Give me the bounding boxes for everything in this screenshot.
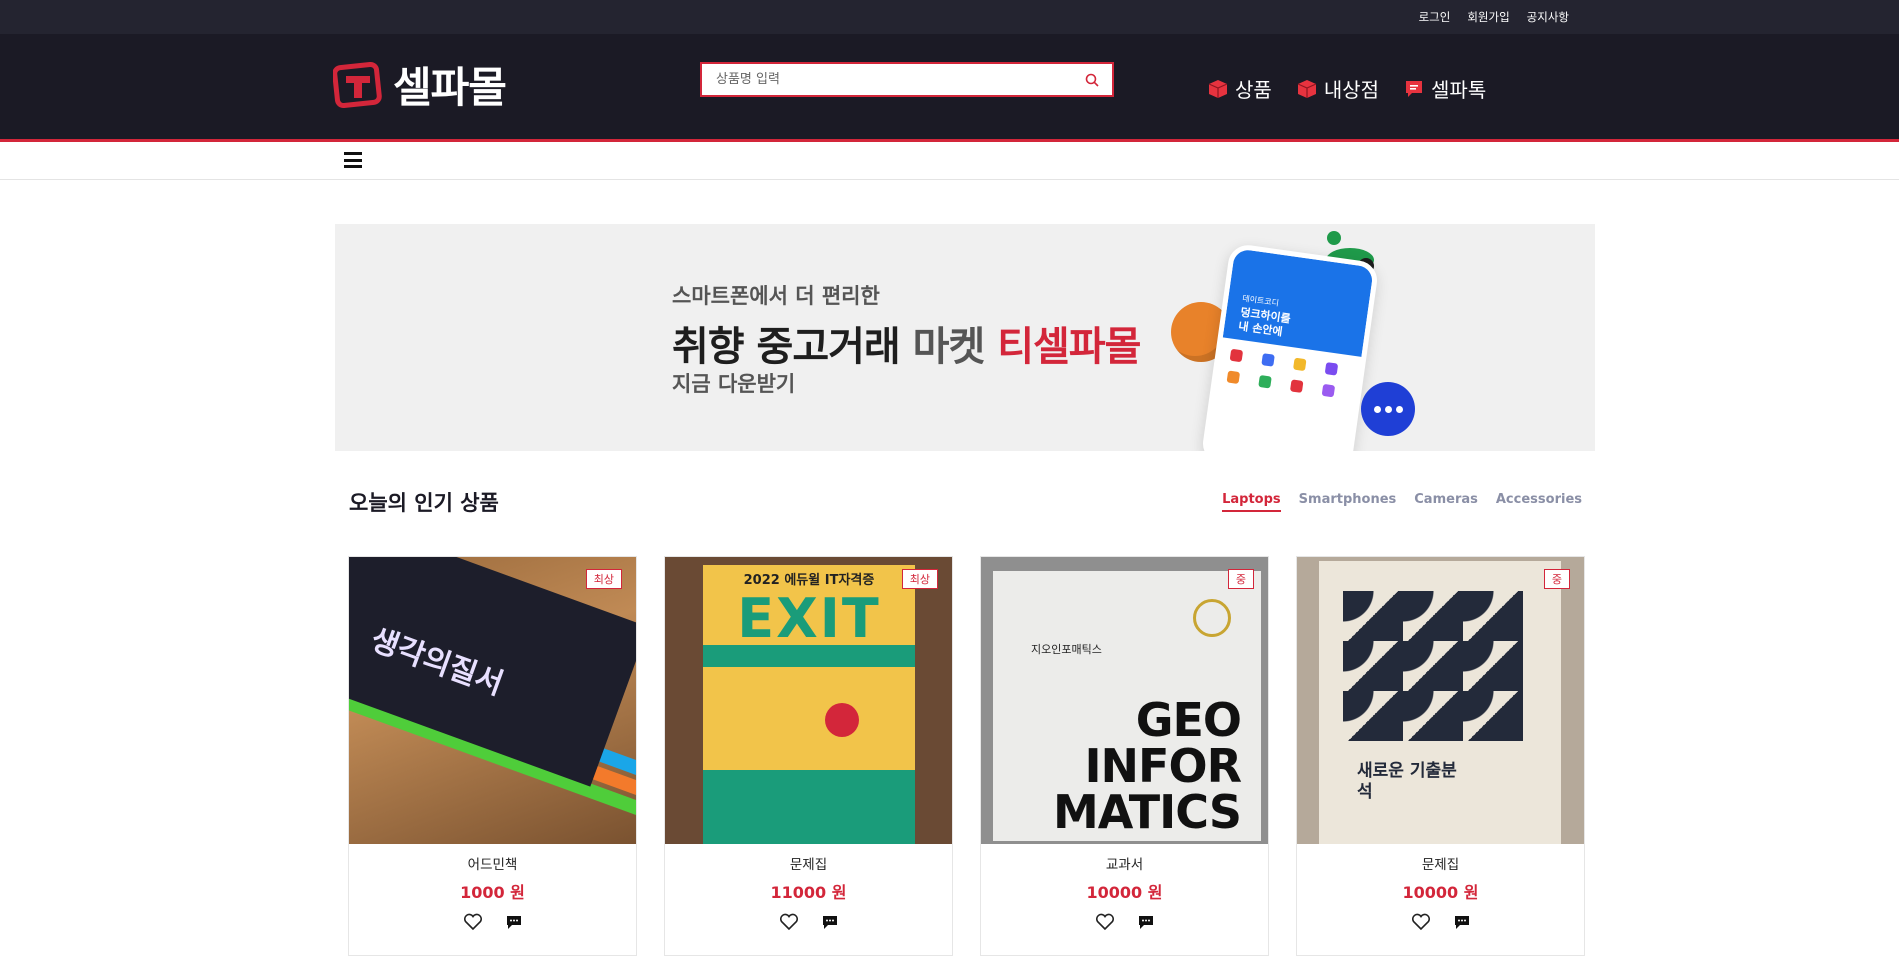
hamburger-menu-icon[interactable]	[344, 152, 362, 168]
product-price: 10000 원	[1086, 883, 1163, 902]
tab-smartphones[interactable]: Smartphones	[1299, 492, 1397, 512]
cover-title: GEO INFOR MATICS	[1052, 693, 1242, 839]
condition-badge: 중	[1227, 569, 1254, 589]
section-title: 오늘의 인기 상품	[349, 491, 499, 515]
condition-badge: 최상	[585, 569, 622, 589]
nav-products-label: 상품	[1235, 78, 1272, 102]
product-image: 2022 에듀윌 IT자격증 EXIT	[665, 557, 952, 844]
heart-icon[interactable]	[779, 913, 799, 935]
product-card[interactable]: 새로운 기출분석 중 문제집 10000 원	[1296, 556, 1585, 956]
product-card[interactable]: 2022 에듀윌 IT자격증 EXIT 최상 문제집 11000 원	[664, 556, 953, 956]
cover-title: 새로운 기출분석	[1357, 761, 1457, 802]
product-price: 11000 원	[770, 883, 847, 902]
header-nav: 상품 내상점 셀파톡	[1207, 74, 1486, 103]
comment-icon[interactable]	[505, 913, 523, 935]
logo-text: 셀파몰	[393, 63, 507, 112]
comment-icon[interactable]	[1453, 913, 1471, 935]
heart-icon[interactable]	[463, 913, 483, 935]
product-image: 새로운 기출분석	[1297, 557, 1584, 844]
chat-bubble-illustration	[1361, 382, 1415, 436]
banner-line-1: 스마트폰에서 더 편리한	[672, 284, 880, 308]
tab-accessories[interactable]: Accessories	[1496, 492, 1582, 512]
tab-laptops[interactable]: Laptops	[1222, 492, 1281, 512]
product-name: 문제집	[1421, 857, 1460, 873]
condition-badge: 최상	[901, 569, 938, 589]
banner-line-3: 지금 다운받기	[672, 372, 796, 396]
cover-subtitle: 지오인포매틱스	[1031, 643, 1102, 656]
phone-app-icons	[1226, 348, 1347, 399]
product-card[interactable]: 지오인포매틱스 GEO INFOR MATICS 중 교과서 10000 원	[980, 556, 1269, 956]
tab-cameras[interactable]: Cameras	[1414, 492, 1478, 512]
nav-chat[interactable]: 셀파톡	[1403, 74, 1486, 103]
promo-banner[interactable]: 스마트폰에서 더 편리한 취향 중고거래 마켓 티셀파몰 지금 다운받기 데이트…	[335, 224, 1595, 451]
nav-chat-label: 셀파톡	[1431, 78, 1487, 102]
product-name: 교과서	[1105, 857, 1144, 873]
product-name: 어드민책	[467, 857, 518, 873]
banner-headline: 취향 중고거래 마켓 티셀파몰	[672, 314, 1141, 372]
category-menu-bar	[0, 142, 1899, 180]
comment-icon[interactable]	[821, 913, 839, 935]
banner-headline-a: 취향 중고거래	[672, 324, 901, 370]
signup-link[interactable]: 회원가입	[1467, 9, 1509, 25]
category-tabs: Laptops Smartphones Cameras Accessories	[1222, 492, 1582, 512]
cover-top-text: 2022 에듀윌 IT자격증	[743, 573, 875, 588]
logo[interactable]: 셀파몰	[332, 54, 507, 115]
notice-link[interactable]: 공지사항	[1527, 9, 1569, 25]
search-icon[interactable]	[1082, 70, 1102, 90]
product-name: 문제집	[789, 857, 828, 873]
logo-t-icon	[332, 61, 385, 109]
site-header: 셀파몰 상품 내상점 셀파톡	[0, 34, 1899, 142]
nav-products[interactable]: 상품	[1207, 74, 1272, 103]
heart-icon[interactable]	[1095, 913, 1115, 935]
cover-title: EXIT	[737, 587, 881, 650]
banner-headline-brand: 티셀파몰	[997, 324, 1141, 370]
heart-icon[interactable]	[1411, 913, 1431, 935]
condition-badge: 중	[1543, 569, 1570, 589]
search-input[interactable]	[716, 72, 1082, 87]
store-icon	[1296, 78, 1318, 100]
nav-my-store-label: 내상점	[1323, 78, 1380, 102]
product-price: 1000 원	[460, 883, 525, 902]
top-utility-bar: 로그인 회원가입 공지사항	[0, 0, 1899, 34]
login-link[interactable]: 로그인	[1419, 9, 1451, 25]
product-price: 10000 원	[1402, 883, 1479, 902]
product-card[interactable]: 생각의질서 최상 어드민책 1000 원	[348, 556, 637, 956]
comment-icon[interactable]	[1137, 913, 1155, 935]
product-image: 지오인포매틱스 GEO INFOR MATICS	[981, 557, 1268, 844]
search-bar	[700, 62, 1114, 97]
product-grid: 생각의질서 최상 어드민책 1000 원 2022 에듀윌 IT자격증 EXIT…	[348, 556, 1585, 956]
chat-icon	[1403, 78, 1425, 100]
product-image: 생각의질서	[349, 557, 636, 844]
banner-headline-b: 마켓	[912, 324, 986, 370]
box-icon	[1207, 78, 1229, 100]
nav-my-store[interactable]: 내상점	[1296, 74, 1379, 103]
phone-mockup: 데이트코디 덩크하이를 내 손안에	[1200, 242, 1380, 451]
